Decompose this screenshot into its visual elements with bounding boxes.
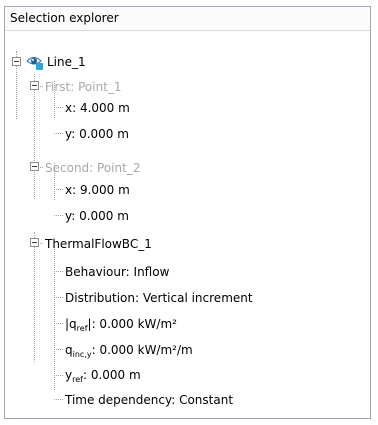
tree-item-first-y[interactable]: y: 0.000 m (65, 123, 129, 145)
tree-connector (54, 375, 63, 376)
q-inc-subscript: inc,y (72, 350, 92, 359)
collapse-toggle-first-point[interactable] (30, 81, 39, 90)
tree-item-time-dependency[interactable]: Time dependency: Constant (65, 389, 233, 411)
tree-item-line[interactable]: Line_1 (47, 51, 86, 73)
tree-connector (54, 133, 63, 134)
tree-item-first-point[interactable]: First: Point_1 (45, 76, 122, 98)
tree-item-q-ref[interactable]: |qref|: 0.000 kW/m² (65, 313, 177, 335)
tree-item-first-x[interactable]: x: 4.000 m (65, 97, 130, 119)
collapse-toggle-line[interactable] (12, 57, 21, 66)
q-ref-prefix: |q (65, 317, 77, 331)
q-inc-value: : 0.000 kW/m²/m (91, 343, 193, 357)
selection-explorer-panel: Selection explorer Line_1 First: Point_1… (4, 6, 371, 419)
q-inc-prefix: q (65, 343, 73, 357)
tree-connector (54, 245, 55, 390)
y-ref-value: : 0.000 m (82, 368, 141, 382)
tree-connector (34, 74, 35, 199)
tree-item-second-x[interactable]: x: 9.000 m (65, 179, 130, 201)
tree-item-thermal-flow-bc[interactable]: ThermalFlowBC_1 (45, 233, 152, 255)
panel-title: Selection explorer (5, 7, 370, 31)
collapse-toggle-thermal-flow-bc[interactable] (30, 238, 39, 247)
tree-connector (54, 107, 63, 108)
tree-connector (54, 189, 63, 190)
selection-tree[interactable]: Line_1 First: Point_1 x: 4.000 m y: 0.00… (5, 31, 370, 418)
y-ref-subscript: ref (72, 375, 83, 384)
line-visibility-eye-icon[interactable] (26, 54, 44, 70)
tree-connector (54, 323, 63, 324)
tree-item-second-y[interactable]: y: 0.000 m (65, 205, 129, 227)
tree-connector (54, 297, 63, 298)
tree-item-q-inc-y[interactable]: qinc,y: 0.000 kW/m²/m (65, 339, 193, 361)
tree-item-distribution[interactable]: Distribution: Vertical increment (65, 287, 253, 309)
tree-item-behaviour[interactable]: Behaviour: Inflow (65, 261, 169, 283)
q-ref-value: |: 0.000 kW/m² (87, 317, 177, 331)
tree-connector (54, 271, 63, 272)
tree-connector (54, 349, 63, 350)
tree-connector (54, 399, 63, 400)
tree-connector (54, 215, 63, 216)
tree-connector (34, 232, 35, 362)
q-ref-subscript: ref (76, 324, 88, 333)
tree-item-y-ref[interactable]: yref: 0.000 m (65, 364, 141, 386)
tree-item-second-point[interactable]: Second: Point_2 (45, 157, 140, 179)
collapse-toggle-second-point[interactable] (30, 162, 39, 171)
